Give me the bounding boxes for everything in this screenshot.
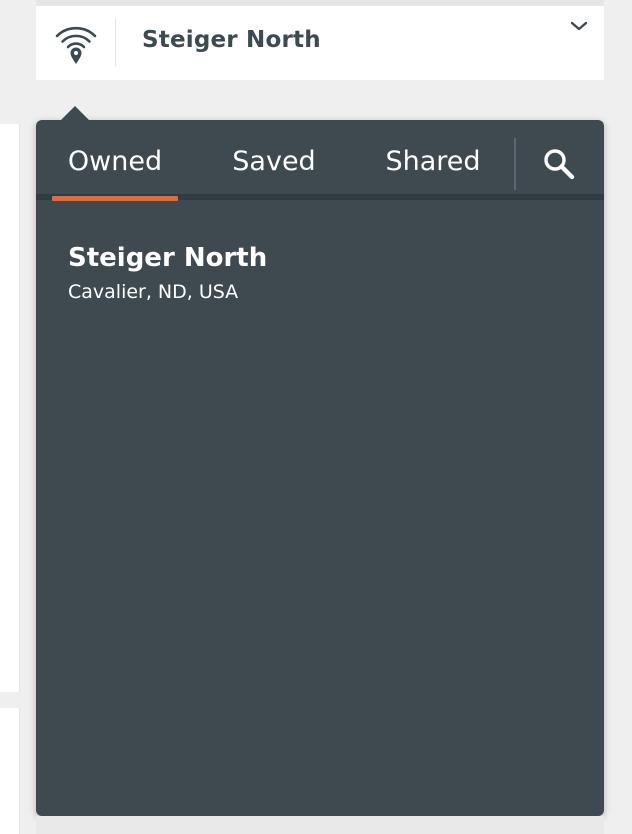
selected-site-title: Steiger North xyxy=(142,27,321,53)
bottom-strip xyxy=(36,816,604,834)
tab-divider xyxy=(514,138,516,190)
background-panel-lower xyxy=(0,708,20,834)
active-tab-indicator xyxy=(52,196,178,201)
tab-bar: Owned Saved Shared xyxy=(36,120,604,202)
tab-saved[interactable]: Saved xyxy=(210,120,338,202)
chevron-down-icon[interactable] xyxy=(568,18,590,34)
site-dropdown-panel: Owned Saved Shared Steiger North Cavalie… xyxy=(36,106,604,816)
tab-owned[interactable]: Owned xyxy=(52,120,178,202)
list-item[interactable]: Steiger North Cavalier, ND, USA xyxy=(68,242,568,306)
wifi-location-pin-icon xyxy=(52,22,100,66)
dropdown-pointer xyxy=(61,106,89,120)
search-icon[interactable] xyxy=(536,144,582,184)
background-panel xyxy=(0,124,20,692)
tab-shared[interactable]: Shared xyxy=(370,120,496,202)
site-name: Steiger North xyxy=(68,243,268,273)
site-location: Cavalier, ND, USA xyxy=(68,281,239,303)
site-selector-header[interactable]: Steiger North xyxy=(36,6,604,80)
header-divider xyxy=(115,18,116,66)
